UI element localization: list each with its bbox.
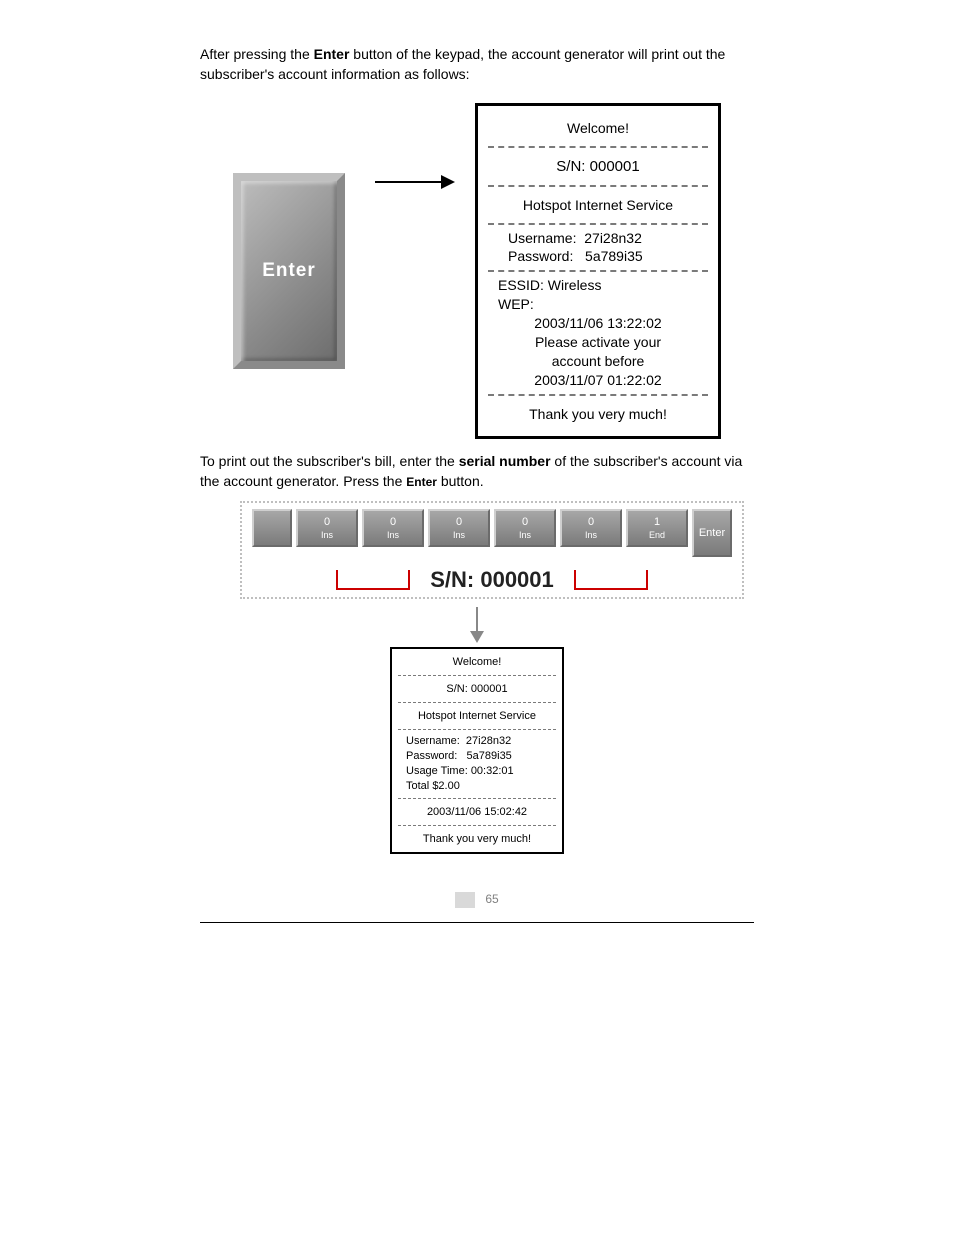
key-1-end[interactable]: 1 End (626, 509, 688, 547)
bill-details: Username: 27i28n32 Password: 5a789i35 Us… (392, 734, 562, 793)
intro-line-1: After pressing the Enter button of the k… (200, 44, 754, 85)
keypad-panel: 0 Ins 0 Ins 0 Ins 0 Ins 0 Ins (240, 501, 744, 599)
bill-welcome: Welcome! (392, 653, 562, 671)
printout-ticket-large: Welcome! S/N: 000001 Hotspot Internet Se… (475, 103, 721, 439)
key-0-ins-1[interactable]: 0 Ins (296, 509, 358, 547)
sn-big-label: S/N: 000001 (430, 567, 554, 593)
figure-enter-to-ticket: Enter Welcome! S/N: 000001 Hotspot Inter… (0, 103, 954, 439)
page-number: 65 (0, 884, 954, 908)
enter-key-label: Enter (262, 260, 316, 282)
intro2-pre: To print out the subscriber's bill, ente… (200, 453, 459, 469)
red-bracket-left-icon (336, 570, 410, 590)
printout-bill-small: Welcome! S/N: 000001 Hotspot Internet Se… (390, 647, 564, 853)
intro1-pre: After pressing the (200, 46, 314, 62)
intro2-key: serial number (459, 453, 551, 469)
key-blank[interactable] (252, 509, 292, 547)
red-bracket-right-icon (574, 570, 648, 590)
ticket-sn: S/N: 000001 (478, 152, 718, 181)
enter-key-large[interactable]: Enter (233, 173, 345, 369)
ticket-welcome: Welcome! (478, 114, 718, 142)
intro-line-2: To print out the subscriber's bill, ente… (200, 451, 754, 492)
key-0-ins-3[interactable]: 0 Ins (428, 509, 490, 547)
keypad-sn-row: S/N: 000001 (252, 567, 732, 593)
ticket-thanks: Thank you very much! (478, 400, 718, 428)
ticket-essid: ESSID: Wireless WEP: (478, 276, 718, 314)
intro2-tail: button. (437, 473, 484, 489)
ticket-credentials: Username: 27i28n32 Password: 5a789i35 (478, 229, 718, 267)
bill-sn: S/N: 000001 (392, 680, 562, 698)
page-number-box-icon (455, 892, 475, 908)
key-0-ins-2[interactable]: 0 Ins (362, 509, 424, 547)
intro1-key: Enter (314, 46, 350, 62)
bill-timestamp: 2003/11/06 15:02:42 (392, 803, 562, 821)
figure-keypad-to-bill: 0 Ins 0 Ins 0 Ins 0 Ins 0 Ins (0, 501, 954, 853)
key-enter-small[interactable]: Enter (692, 509, 732, 557)
bill-thanks: Thank you very much! (392, 830, 562, 848)
key-0-ins-5[interactable]: 0 Ins (560, 509, 622, 547)
bill-service: Hotspot Internet Service (392, 707, 562, 725)
keypad-keys-row: 0 Ins 0 Ins 0 Ins 0 Ins 0 Ins (252, 509, 732, 557)
arrow-down-icon (476, 607, 478, 633)
key-0-ins-4[interactable]: 0 Ins (494, 509, 556, 547)
ticket-activation: 2003/11/06 13:22:02 Please activate your… (478, 314, 718, 390)
ticket-service: Hotspot Internet Service (478, 191, 718, 219)
footer-rule (200, 922, 754, 923)
intro2-key2: Enter (406, 475, 437, 489)
arrow-right-icon (375, 181, 445, 183)
